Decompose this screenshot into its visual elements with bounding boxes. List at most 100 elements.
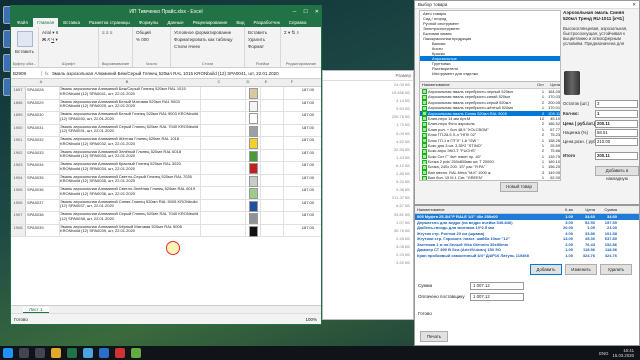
cell-name[interactable]: Эмаль аэрозольная Алюминий Беж/Серый Гля… <box>60 87 201 99</box>
cell-name[interactable]: Эмаль аэрозольная Алюминий Серый Глянец … <box>60 124 201 136</box>
cell-price[interactable]: 187.00 <box>284 225 316 237</box>
cell-empty[interactable] <box>261 199 284 211</box>
cell-swatch[interactable] <box>246 162 261 174</box>
cell-code[interactable]: SPA0033 <box>26 149 60 161</box>
cond-format-button[interactable]: Условное форматирование <box>174 29 241 36</box>
col-name[interactable]: Наименование <box>420 82 530 88</box>
cell-swatch[interactable] <box>246 224 261 237</box>
cell-code[interactable]: SPA0031 <box>26 124 60 136</box>
tab-data[interactable]: Данные <box>163 18 187 27</box>
cell-swatch[interactable] <box>246 137 261 149</box>
autosum-icon[interactable]: Σ ▾ ⇅ ⌕ <box>284 29 318 36</box>
cell-price[interactable]: 187.00 <box>284 187 316 199</box>
paid-input[interactable]: 1 007.12 <box>470 293 524 301</box>
row-number[interactable]: 1899 <box>11 112 26 124</box>
cell-empty[interactable] <box>201 87 246 99</box>
cell-empty[interactable] <box>261 99 284 111</box>
excel-icon[interactable] <box>67 348 77 358</box>
formula-input[interactable]: Эмаль аэрозольная Алюминий Беж/Серый Гля… <box>52 71 279 76</box>
col-price[interactable]: Цена <box>573 206 595 213</box>
cell-swatch[interactable] <box>246 149 261 162</box>
percent-icon[interactable]: % 000 <box>136 36 167 43</box>
markup-input[interactable]: 58.51 <box>595 128 638 137</box>
cell-empty[interactable] <box>261 137 284 149</box>
cell-name[interactable]: Эмаль аэрозольная Алюминий Светло-Зелёна… <box>60 187 201 199</box>
cell-empty[interactable] <box>201 149 246 161</box>
category-tree[interactable]: Авто товары Сад / огород Ручной инструмент… <box>419 10 561 82</box>
row-number[interactable]: 1901 <box>11 137 26 149</box>
row-number[interactable]: 1902 <box>11 149 26 161</box>
minimize-icon[interactable]: ─ <box>293 9 297 15</box>
row-number[interactable]: 1903 <box>11 162 26 174</box>
cell-price[interactable]: 187.00 <box>284 162 316 174</box>
product-list[interactable]: Наименование Ост Цена Аэрозольная эмаль … <box>419 81 561 181</box>
table-row[interactable]: 1902 SPA0033 Эмаль аэрозольная Алюминий Зе… <box>11 149 321 162</box>
category-item[interactable]: Инструмент для отделки <box>420 71 560 76</box>
cell-empty[interactable] <box>261 187 284 199</box>
row-number[interactable]: 1900 <box>11 124 26 136</box>
delete-cells-button[interactable]: Удалить <box>248 36 277 43</box>
new-product-button[interactable]: Новый товар <box>500 182 538 192</box>
cell-name[interactable]: Эмаль аэрозольная Алюминий Красный Гляне… <box>60 162 201 174</box>
col-price[interactable]: Цена <box>544 82 560 88</box>
cell-empty[interactable] <box>201 124 246 136</box>
table-row[interactable]: 1898 SPA0029 Эмаль аэрозольная Алюминий Бе… <box>11 99 321 112</box>
start-icon[interactable] <box>3 348 13 358</box>
cell-code[interactable]: SPA0038 <box>26 212 60 224</box>
cell-swatch[interactable] <box>246 187 261 199</box>
price-input[interactable]: 200.11 <box>595 119 638 128</box>
cell-code[interactable]: SPA0029 <box>26 99 60 111</box>
cell-empty[interactable] <box>201 137 246 149</box>
cell-code[interactable]: SPA0036 <box>26 187 60 199</box>
tab-file[interactable]: Файл <box>13 18 32 27</box>
search-icon[interactable] <box>19 348 29 358</box>
cell-code[interactable]: SPA0032 <box>26 137 60 149</box>
number-format-select[interactable]: Общий <box>136 29 167 36</box>
retail-input[interactable]: 210.00 <box>595 137 638 146</box>
edit-button[interactable]: Изменить <box>565 264 597 275</box>
app-icon[interactable] <box>131 348 141 358</box>
cell-empty[interactable] <box>201 187 246 199</box>
cell-swatch[interactable] <box>246 87 261 99</box>
maximize-icon[interactable]: ☐ <box>303 9 307 15</box>
tab-developer[interactable]: Разработчик <box>250 18 284 27</box>
row-number[interactable]: 1904 <box>11 174 26 186</box>
cell-price[interactable]: 187.00 <box>284 212 316 224</box>
cell-empty[interactable] <box>261 212 284 224</box>
cell-swatch[interactable] <box>246 99 261 112</box>
print-button[interactable]: Печать <box>420 331 448 342</box>
row-number[interactable]: 1898 <box>11 99 26 111</box>
table-row[interactable]: 1900 SPA0031 Эмаль аэрозольная Алюминий Се… <box>11 124 321 137</box>
format-cells-button[interactable]: Формат <box>248 43 277 50</box>
row-number[interactable]: 1906 <box>11 199 26 211</box>
cell-price[interactable]: 187.00 <box>284 175 316 187</box>
delete-button[interactable]: Удалить <box>600 264 632 275</box>
paste-button[interactable]: Вставить <box>14 48 35 55</box>
invoice-row[interactable]: Кран пробковый самолечный 3/4" Д4/Р16 Ла… <box>415 253 639 259</box>
cell-swatch[interactable] <box>246 124 261 137</box>
row-number[interactable]: 1907 <box>11 212 26 224</box>
cell-price[interactable]: 187.00 <box>284 150 316 162</box>
table-row[interactable]: 1904 SPA0035 Эмаль аэрозольная Алюминий Св… <box>11 174 321 187</box>
cell-empty[interactable] <box>201 174 246 186</box>
row-number[interactable]: 1905 <box>11 187 26 199</box>
cell-swatch[interactable] <box>246 212 261 224</box>
close-icon[interactable]: ✕ <box>315 9 319 15</box>
row-number[interactable]: 1897 <box>11 87 26 99</box>
size-column-header[interactable]: Размер <box>323 71 413 81</box>
cell-swatch[interactable] <box>246 112 261 124</box>
tab-formulas[interactable]: Формулы <box>135 18 163 27</box>
col-qty[interactable]: Ост <box>530 82 544 88</box>
cell-name[interactable]: Эмаль аэрозольная Алюминий Белый Матовая… <box>60 99 201 111</box>
cell-name[interactable]: Эмаль аэрозольная Алюминий Светло-Серый … <box>60 174 201 186</box>
cell-empty[interactable] <box>261 162 284 174</box>
table-row[interactable]: 1905 SPA0036 Эмаль аэрозольная Алюминий Св… <box>11 187 321 200</box>
cell-empty[interactable] <box>201 224 246 236</box>
cell-empty[interactable] <box>201 162 246 174</box>
word-icon[interactable] <box>99 348 109 358</box>
cell-name[interactable]: Эмаль аэрозольная Алюминий Синяя Глянец … <box>60 199 201 211</box>
cell-swatch[interactable] <box>246 199 261 212</box>
cell-code[interactable]: SPA0034 <box>26 162 60 174</box>
table-row[interactable]: 1903 SPA0034 Эмаль аэрозольная Алюминий Кр… <box>11 162 321 175</box>
browser-icon[interactable] <box>83 348 93 358</box>
